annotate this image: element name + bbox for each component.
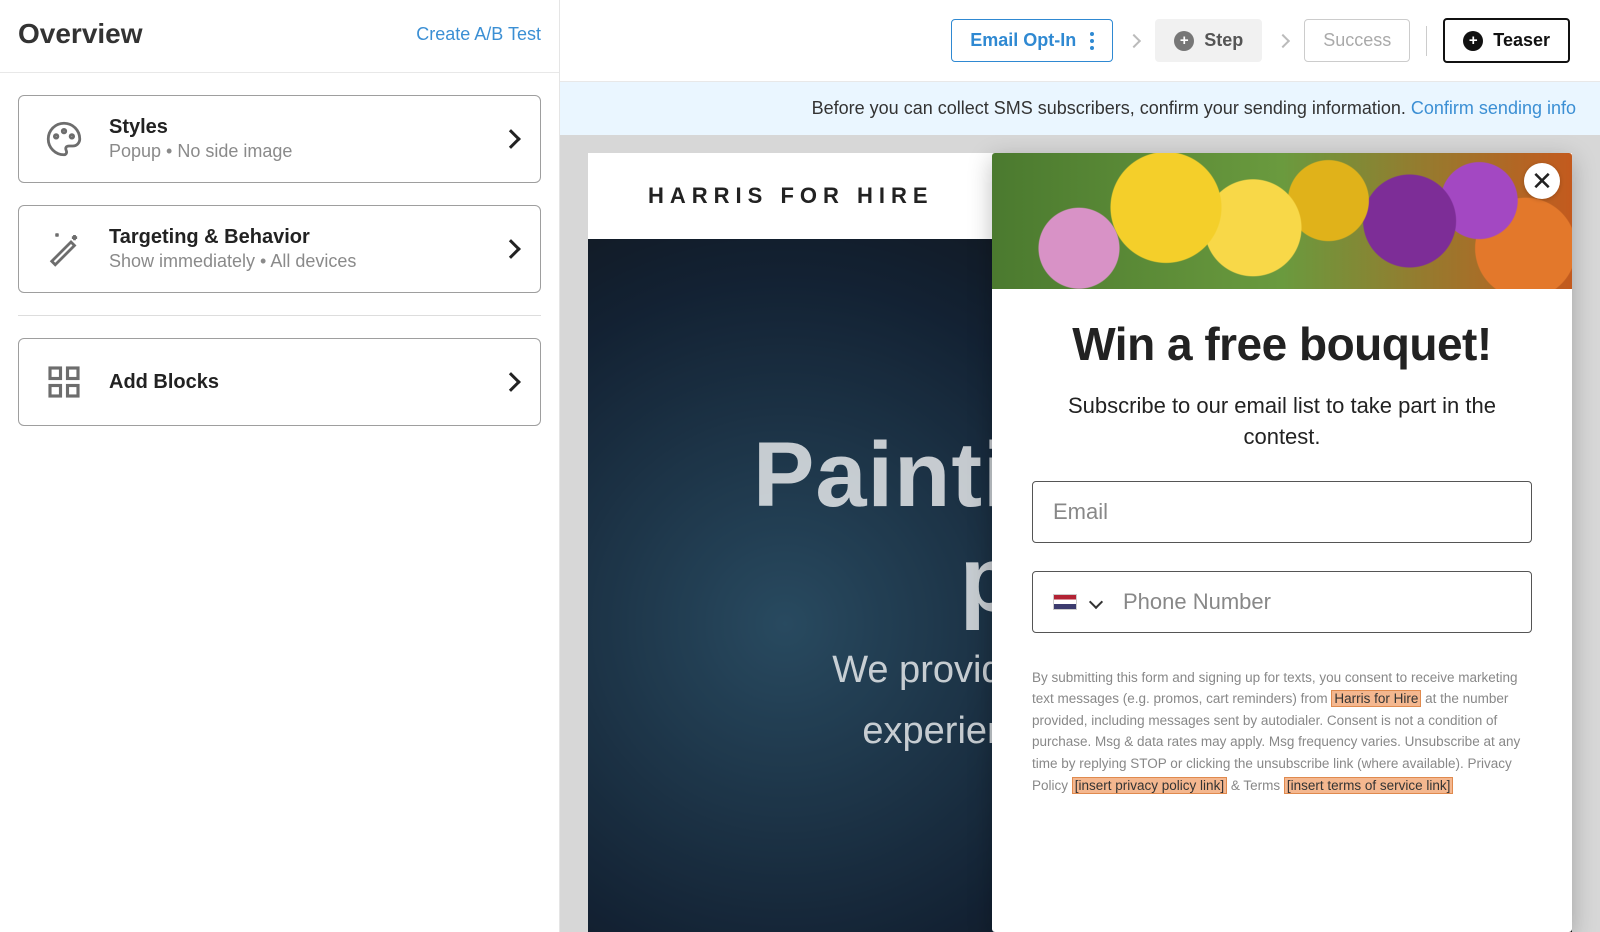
popup-title[interactable]: Win a free bouquet! [1032,317,1532,371]
plus-circle-icon: + [1174,31,1194,51]
add-blocks-card[interactable]: Add Blocks [18,338,541,426]
confirm-sending-link[interactable]: Confirm sending info [1411,98,1576,118]
close-icon: ✕ [1531,166,1553,197]
close-button[interactable]: ✕ [1524,163,1560,199]
chevron-right-icon [1276,33,1290,47]
email-field[interactable]: Email [1032,481,1532,543]
wand-icon [41,226,87,272]
chevron-right-icon [501,372,521,392]
sidebar-header: Overview Create A/B Test [0,0,559,73]
chevron-right-icon [501,129,521,149]
tab-label: Success [1323,30,1391,51]
phone-placeholder: Phone Number [1123,589,1271,615]
popup-subtitle[interactable]: Subscribe to our email list to take part… [1032,391,1532,453]
palette-icon [41,116,87,162]
plus-circle-icon: + [1463,31,1483,51]
banner-text: Before you can collect SMS subscribers, … [812,98,1411,118]
popup-image [992,153,1572,289]
tab-label: Step [1204,30,1243,51]
blocks-icon [41,359,87,405]
tab-teaser[interactable]: + Teaser [1443,18,1570,63]
styles-card[interactable]: Styles Popup • No side image [18,95,541,183]
create-ab-test-link[interactable]: Create A/B Test [416,24,541,45]
tab-add-step[interactable]: + Step [1155,19,1262,62]
tab-label: Teaser [1493,30,1550,51]
phone-field[interactable]: Phone Number [1032,571,1532,633]
cards-list: Styles Popup • No side image Targeting &… [0,73,559,470]
preview-canvas: HARRIS FOR HIRE Painting is our passi We… [560,135,1600,932]
privacy-link-placeholder[interactable]: [insert privacy policy link] [1072,777,1227,794]
targeting-title: Targeting & Behavior [109,226,482,249]
flag-icon[interactable] [1053,594,1077,610]
page-title: Overview [18,18,143,50]
sidebar: Overview Create A/B Test Styles Popup • … [0,0,560,932]
legal-text[interactable]: By submitting this form and signing up f… [1032,667,1532,797]
main: Email Opt-In + Step Success + Teaser Bef… [560,0,1600,932]
styles-title: Styles [109,116,482,139]
terms-link-placeholder[interactable]: [insert terms of service link] [1284,777,1454,794]
targeting-sub: Show immediately • All devices [109,251,482,272]
separator [1426,26,1427,56]
company-placeholder[interactable]: Harris for Hire [1331,690,1421,707]
popup-preview: ✕ Win a free bouquet! Subscribe to our e… [992,153,1572,932]
more-vertical-icon[interactable] [1086,32,1094,50]
step-tabs: Email Opt-In + Step Success + Teaser [560,0,1600,82]
targeting-card[interactable]: Targeting & Behavior Show immediately • … [18,205,541,293]
styles-sub: Popup • No side image [109,141,482,162]
sms-confirm-banner: Before you can collect SMS subscribers, … [560,82,1600,135]
tab-success[interactable]: Success [1304,19,1410,62]
tab-email-optin[interactable]: Email Opt-In [951,19,1113,62]
email-placeholder: Email [1053,499,1108,525]
divider [18,315,541,316]
chevron-right-icon [1127,33,1141,47]
chevron-down-icon[interactable] [1089,595,1103,609]
tab-label: Email Opt-In [970,30,1076,51]
blocks-title: Add Blocks [109,371,482,394]
chevron-right-icon [501,239,521,259]
